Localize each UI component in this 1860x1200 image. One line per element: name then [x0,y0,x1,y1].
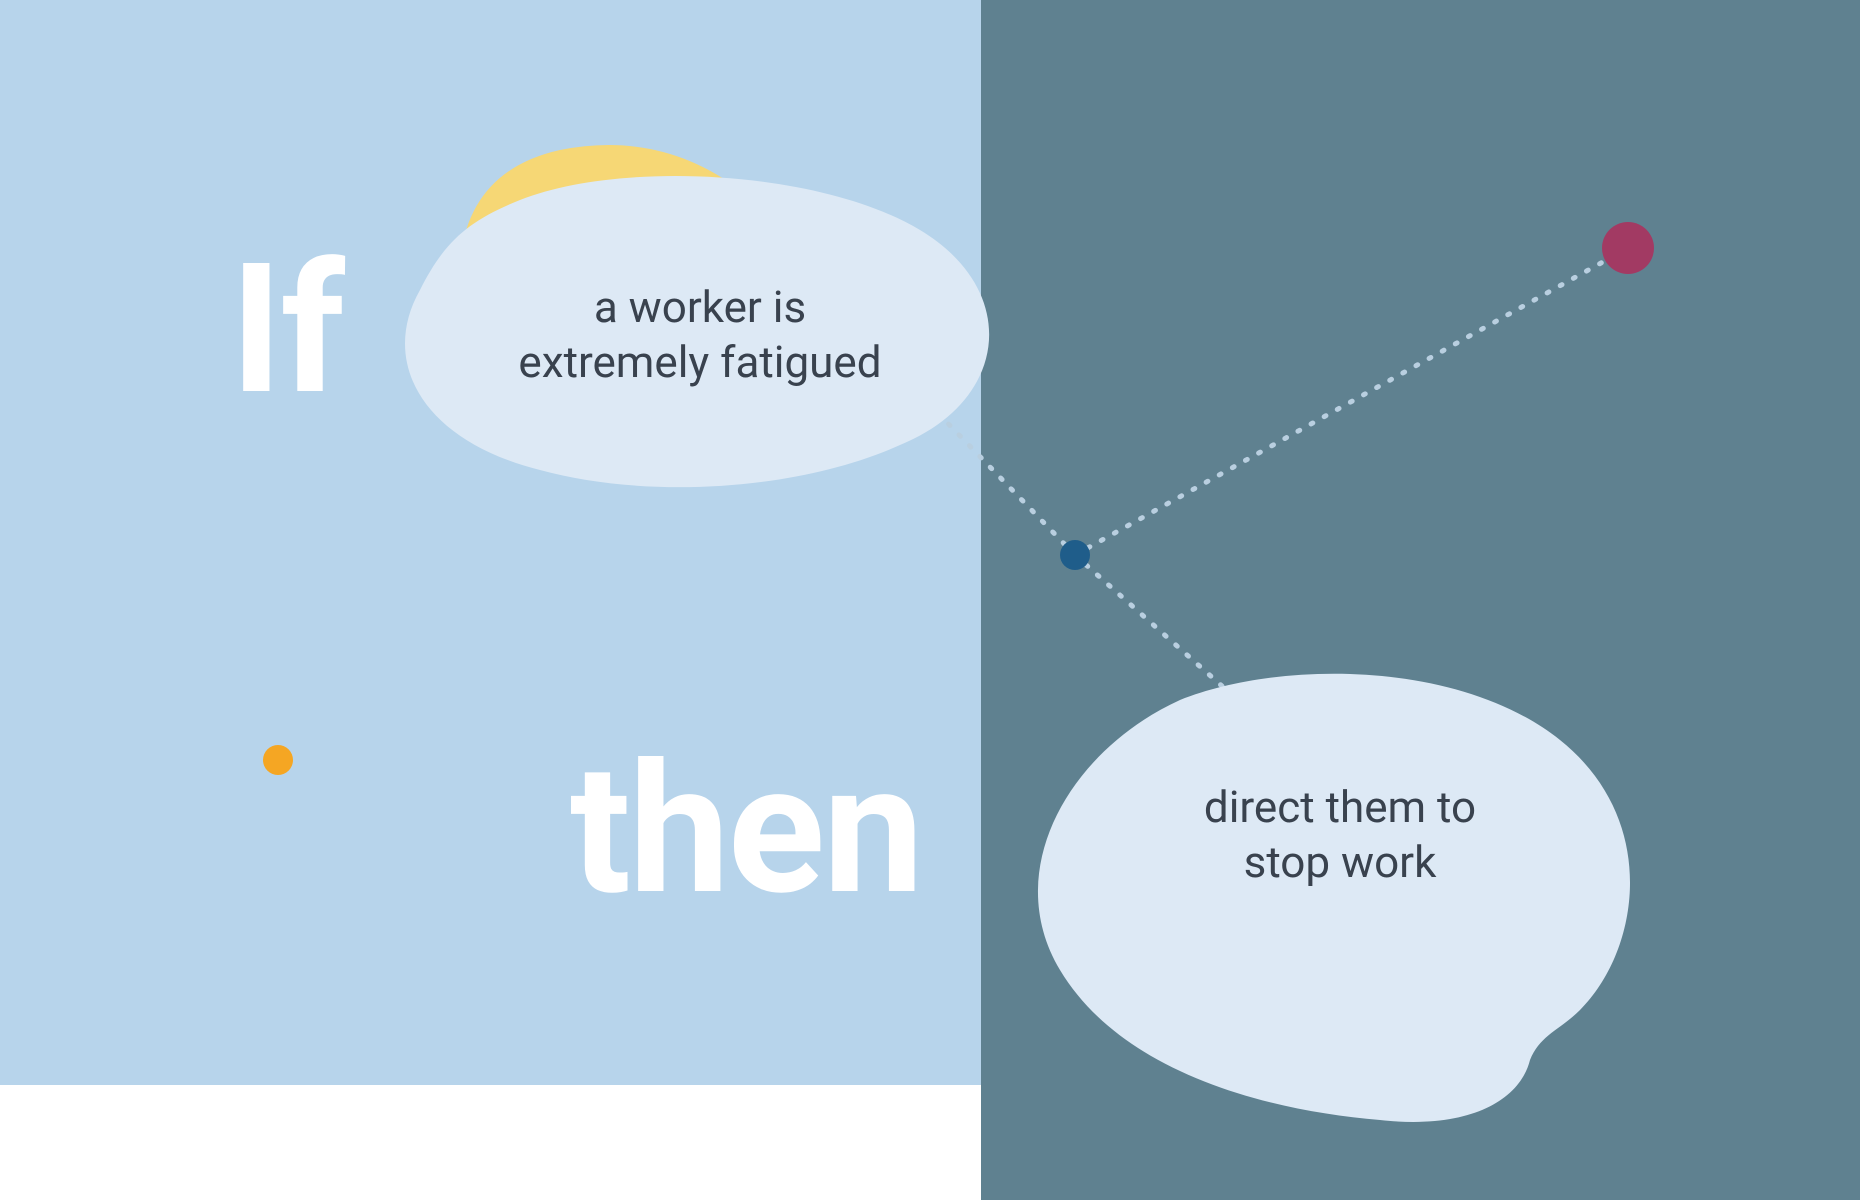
graph-hub-node [1060,540,1090,570]
then-action-line2: stop work [1244,836,1437,888]
if-condition-text: a worker is extremely fatigued [480,280,920,390]
diagram-canvas [0,0,1860,1200]
then-action-text: direct them to stop work [1140,780,1540,890]
then-action-line1: direct them to [1204,781,1476,833]
if-label: If [230,240,343,420]
if-condition-line2: extremely fatigued [518,336,881,388]
orange-dot [263,745,293,775]
if-condition-line1: a worker is [594,281,806,333]
graph-top-right-node [1602,222,1654,274]
if-then-diagram: If then a worker is extremely fatigued d… [0,0,1860,1200]
then-label: then [570,740,922,920]
